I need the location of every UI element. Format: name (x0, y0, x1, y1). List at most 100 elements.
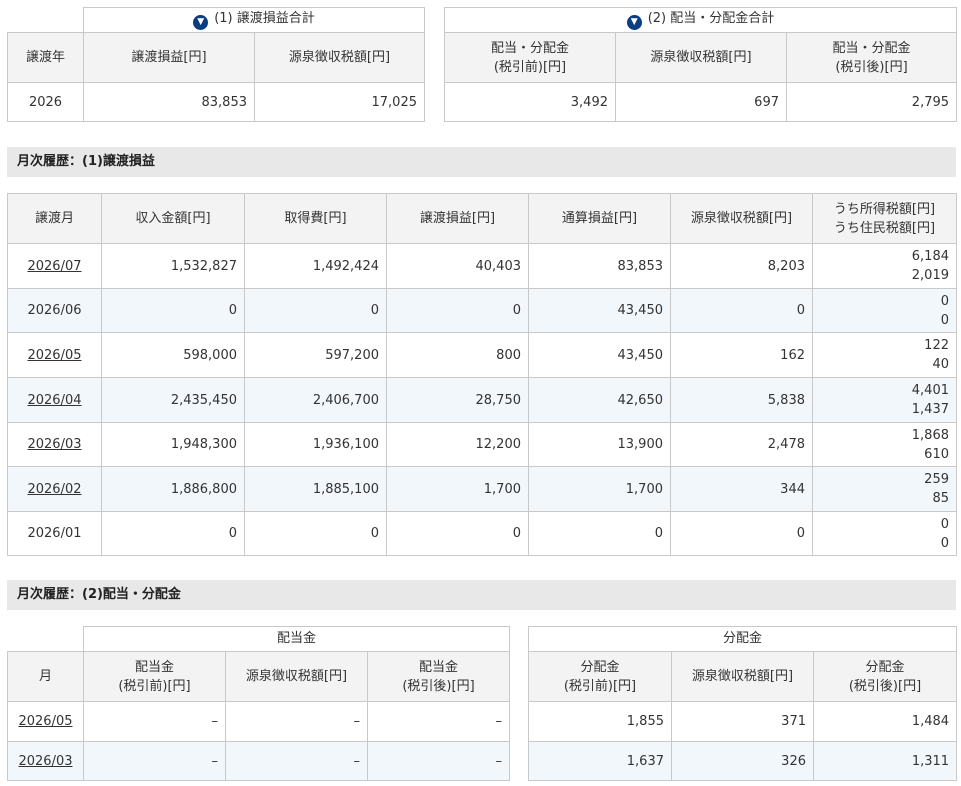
table-row: 2026/05 – – – (7, 701, 511, 742)
tax-resident-value: 85 (932, 491, 949, 506)
col-header-div-before: 配当金 (税引前)[円] (83, 651, 226, 702)
div-after-cell: – (366, 701, 511, 742)
summary-transfer-year: 2026 (7, 82, 84, 122)
table-row: 2026/03 1,948,300 1,936,100 12,200 13,90… (7, 422, 957, 467)
tax-income-value: 4,401 (911, 383, 949, 398)
gain-cell: 800 (386, 332, 529, 378)
tax-income-value: 259 (924, 472, 949, 487)
col-header-month: 譲渡月 (7, 193, 102, 244)
cumulative-cell: 43,450 (528, 288, 671, 333)
summary-dividend-row: 3,492 697 2,795 (444, 82, 958, 122)
col-header-transfer-tax: 源泉徴収税額[円] (254, 32, 425, 83)
col-header-dist-before-line2: (税引前)[円] (563, 678, 637, 694)
col-header-div-after-line1: 配当金 (419, 659, 459, 675)
tax-resident-value: 0 (940, 312, 949, 328)
chevron-down-icon[interactable]: ▼ (626, 15, 642, 30)
col-header-dist-after-line2: (税引後)[円] (848, 678, 922, 694)
dist-after-cell: 1,484 (812, 701, 958, 742)
table-row: 2026/03 – – – (7, 741, 511, 781)
dist-tax-cell: 326 (671, 741, 814, 781)
tax-breakdown-cell: 122 40 (812, 332, 957, 378)
month-link[interactable]: 2026/05 (18, 714, 72, 729)
summary-dividend-table: ▼ (2) 配当・分配金合計 配当・分配金 (税引前)[円] 源泉徴収税額[円] … (443, 7, 958, 122)
group-header-dividend: 配当金 (82, 626, 511, 652)
summary-transfer-gain: 83,853 (83, 82, 255, 122)
col-header-transfer-gain: 譲渡損益[円] (83, 32, 255, 83)
gain-cell: 0 (386, 511, 529, 556)
tax-breakdown-cell: 00 (812, 511, 957, 556)
table-row: 2026/01 0 0 0 0 0 00 (7, 511, 957, 556)
col-header-tax: 源泉徴収税額[円] (670, 193, 813, 244)
gain-cell: 1,700 (386, 466, 529, 512)
summary-transfer-caption-label: (1) 譲渡損益合計 (214, 11, 315, 26)
cost-cell: 0 (244, 288, 387, 333)
col-header-div-after-line2: (税引後)[円] (402, 678, 475, 694)
cost-cell: 597,200 (244, 332, 387, 378)
gain-cell: 28,750 (386, 377, 529, 423)
tax-income-value: 122 (924, 338, 949, 353)
tax-income-value: 0 (940, 293, 949, 309)
cumulative-cell: 42,650 (528, 377, 671, 423)
table-row: 2026/06 0 0 0 43,450 0 00 (7, 288, 957, 333)
tax-cell: 2,478 (670, 422, 813, 467)
table-row: 1,637 326 1,311 (528, 741, 958, 781)
tax-resident-value: 40 (932, 357, 949, 372)
monthly-transfer-table: 譲渡月 収入金額[円] 取得費[円] 譲渡損益[円] 通算損益[円] 源泉徴収税… (7, 193, 957, 556)
col-header-tax-income: うち所得税額[円] (833, 201, 936, 217)
summary-transfer-row: 2026 83,853 17,025 (7, 82, 425, 122)
cumulative-cell: 83,853 (528, 243, 671, 289)
col-header-dividend-tax: 源泉徴収税額[円] (615, 32, 787, 83)
col-header-transfer-year: 譲渡年 (7, 32, 84, 83)
income-cell: 2,435,450 (101, 377, 245, 423)
col-header-div-tax: 源泉徴収税額[円] (225, 651, 368, 702)
col-header-div-month: 月 (7, 651, 84, 702)
month-link[interactable]: 2026/04 (27, 393, 81, 408)
col-header-div-after: 配当金 (税引後)[円] (366, 651, 511, 702)
tax-income-value: 6,184 (911, 249, 949, 264)
month-link[interactable]: 2026/05 (27, 348, 81, 363)
div-after-cell: – (366, 741, 511, 781)
col-header-tax-breakdown: うち所得税額[円] うち住民税額[円] (812, 193, 957, 244)
col-header-dist-tax: 源泉徴収税額[円] (671, 651, 814, 702)
income-cell: 0 (101, 511, 245, 556)
month-link[interactable]: 2026/03 (27, 437, 81, 452)
cumulative-cell: 1,700 (528, 466, 671, 512)
col-header-div-before-line2: (税引前)[円] (118, 678, 191, 694)
summary-transfer-tax: 17,025 (254, 82, 425, 122)
month-link[interactable]: 2026/03 (18, 754, 72, 769)
tax-resident-value: 0 (940, 535, 949, 551)
cost-cell: 1,885,100 (244, 466, 387, 512)
col-header-dist-after-line1: 分配金 (865, 659, 905, 675)
month-link[interactable]: 2026/07 (27, 259, 81, 274)
col-header-dist-after: 分配金 (税引後)[円] (812, 651, 958, 702)
cumulative-cell: 13,900 (528, 422, 671, 467)
summary-dividend-after: 2,795 (785, 82, 958, 122)
tax-breakdown-cell: 6,184 2,019 (812, 243, 957, 289)
tax-cell: 0 (670, 511, 813, 556)
summary-transfer-table: ▼ (1) 譲渡損益合計 譲渡年 譲渡損益[円] 源泉徴収税額[円] 2026 8… (7, 7, 425, 122)
income-cell: 1,948,300 (101, 422, 245, 467)
dist-after-cell: 1,311 (812, 741, 958, 781)
div-tax-cell: – (225, 741, 368, 781)
cost-cell: 1,936,100 (244, 422, 387, 467)
table-row: 2026/05 598,000 597,200 800 43,450 162 1… (7, 332, 957, 378)
col-header-dividend-before-line2: (税引前)[円] (493, 59, 567, 75)
summary-dividend-caption-label: (2) 配当・分配金合計 (647, 11, 775, 26)
table-row: 1,855 371 1,484 (528, 701, 958, 742)
section-title-dividend: 月次履歴：(2)配当・分配金 (7, 580, 956, 610)
gain-cell: 12,200 (386, 422, 529, 467)
summary-dividend-caption[interactable]: ▼ (2) 配当・分配金合計 (443, 7, 958, 33)
tax-resident-value: 610 (924, 446, 949, 462)
chevron-down-icon[interactable]: ▼ (193, 15, 209, 30)
cost-cell: 0 (244, 511, 387, 556)
tax-cell: 0 (670, 288, 813, 333)
tax-income-value: 1,868 (911, 427, 949, 443)
col-header-dividend-after: 配当・分配金 (税引後)[円] (785, 32, 958, 83)
div-tax-cell: – (225, 701, 368, 742)
cost-cell: 1,492,424 (244, 243, 387, 289)
tax-cell: 8,203 (670, 243, 813, 289)
month-link[interactable]: 2026/02 (27, 482, 81, 497)
summary-transfer-caption[interactable]: ▼ (1) 譲渡損益合計 (83, 7, 425, 33)
col-header-tax-resident: うち住民税額[円] (833, 220, 936, 236)
col-header-dist-before: 分配金 (税引前)[円] (528, 651, 672, 702)
